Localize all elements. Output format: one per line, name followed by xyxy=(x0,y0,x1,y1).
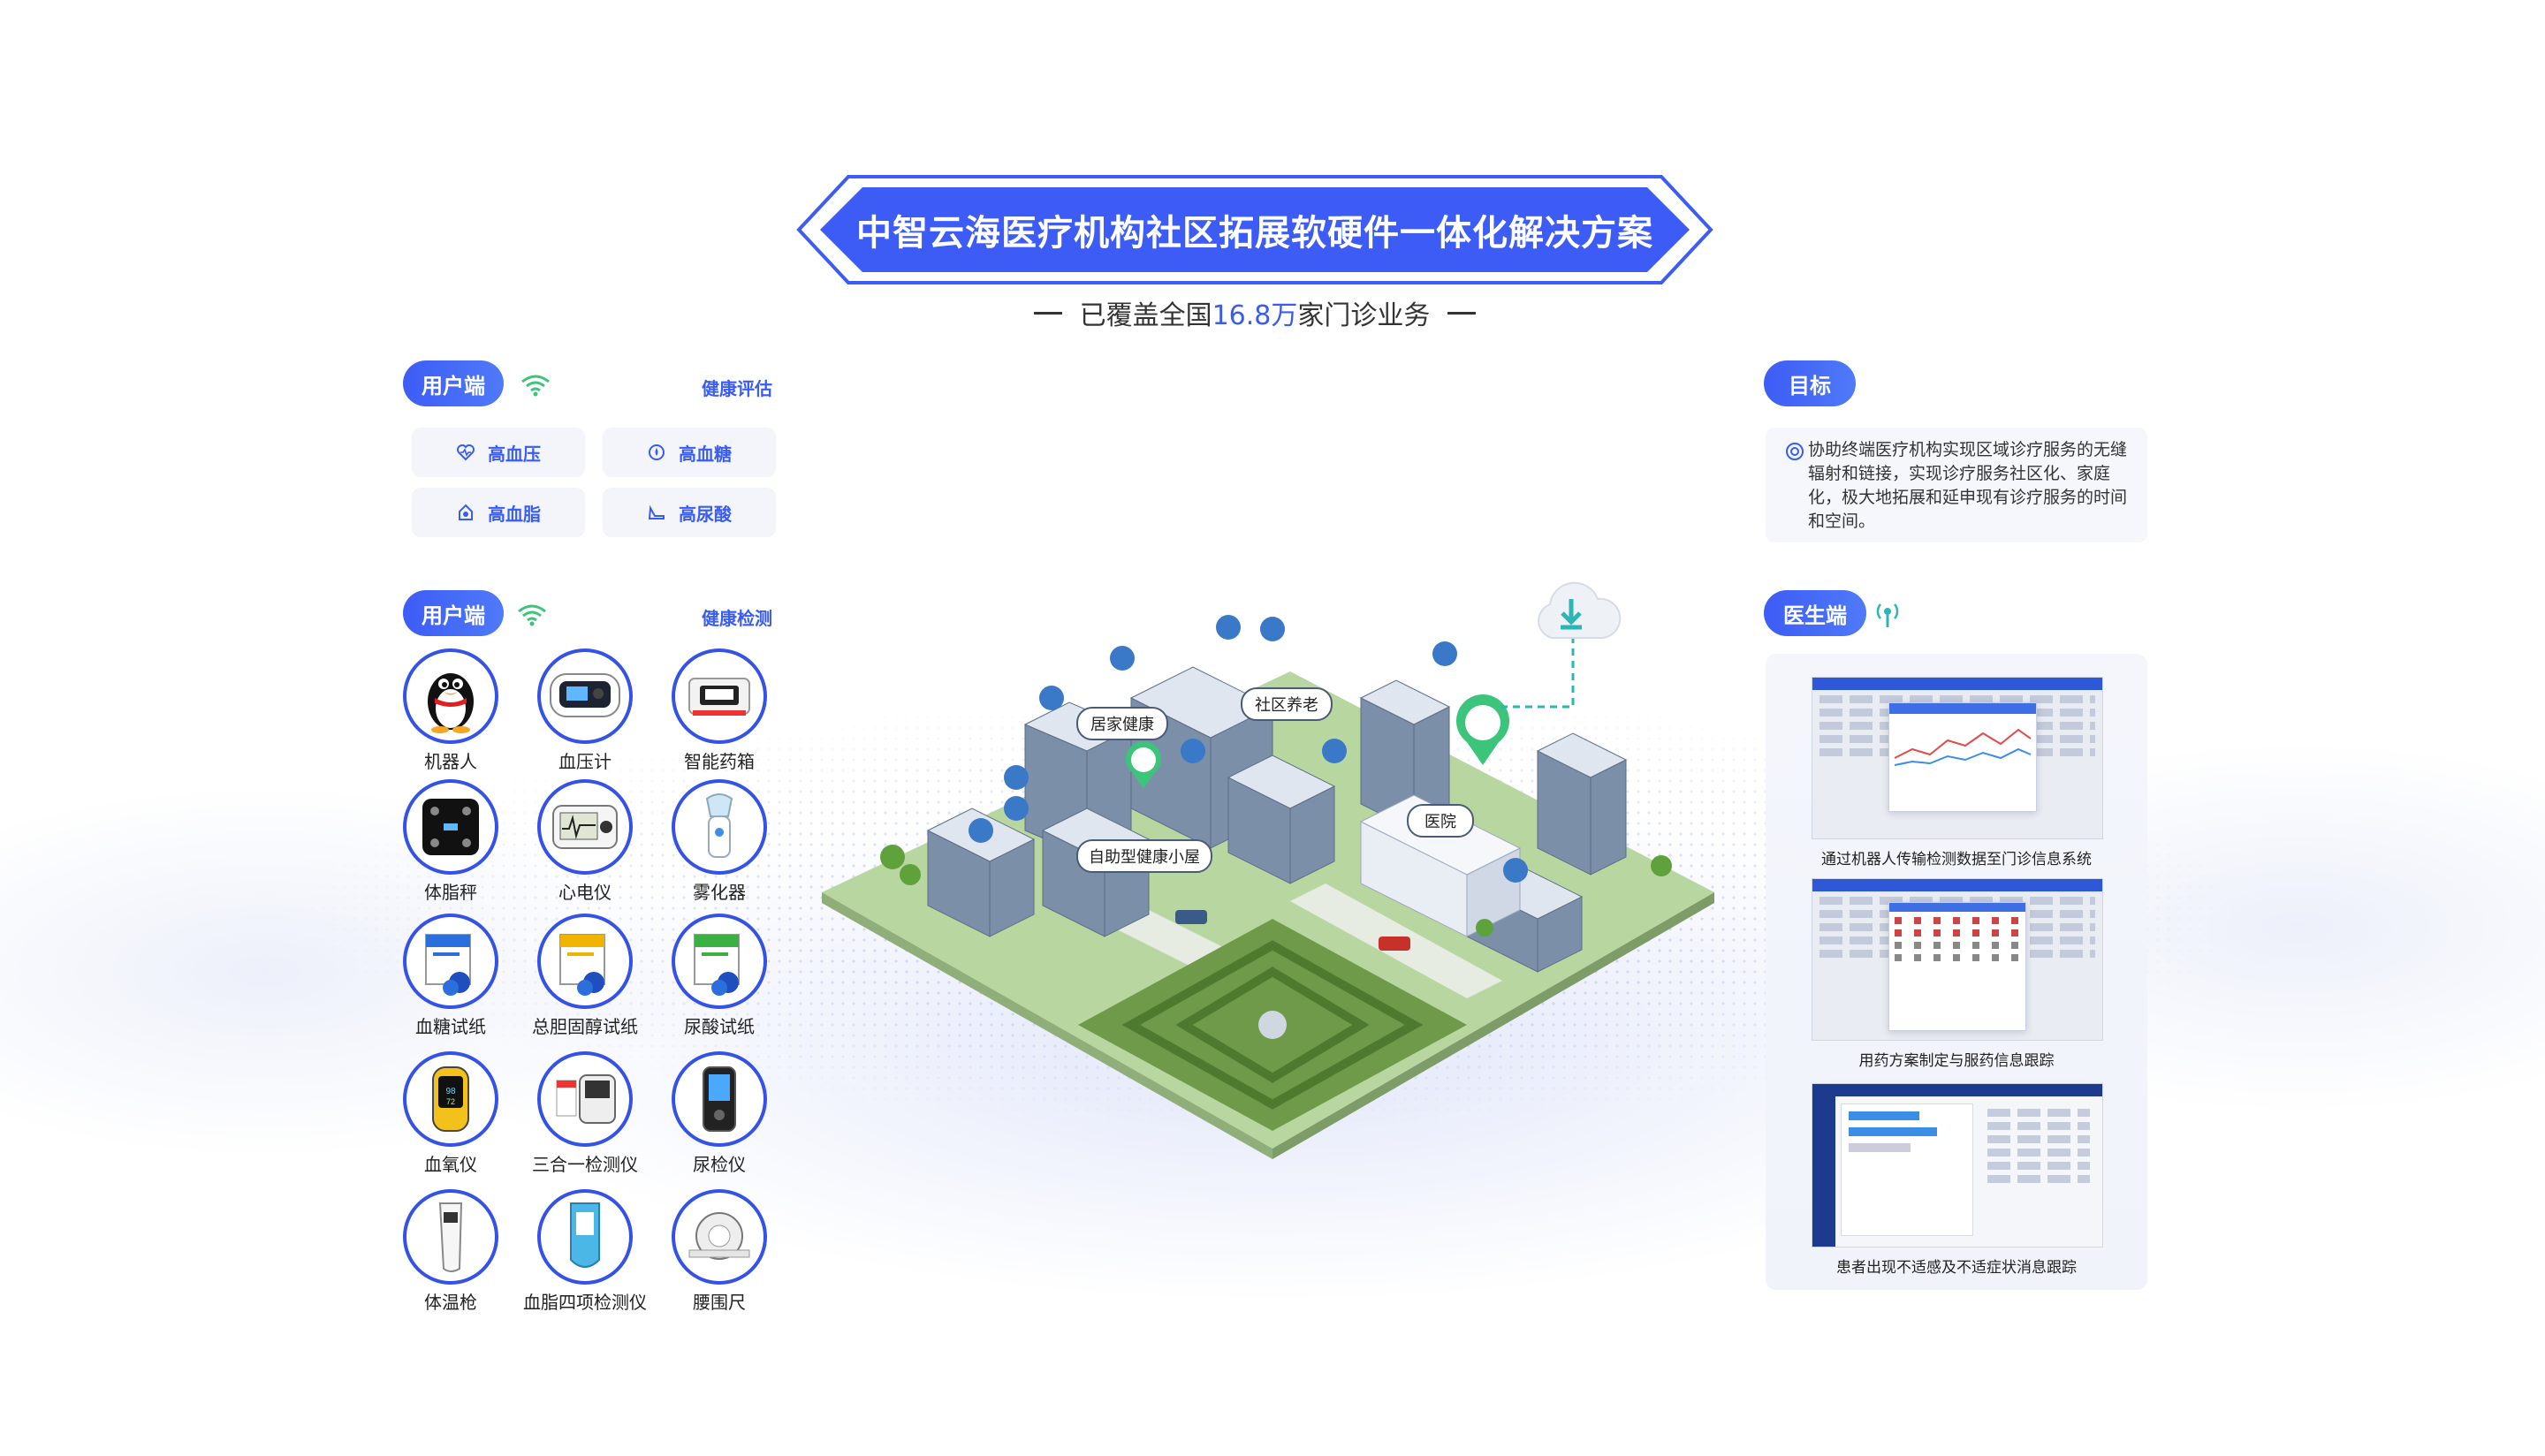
screen-row xyxy=(1987,1122,2090,1130)
blood-pressure-monitor-icon xyxy=(537,648,633,744)
cholesterol-strip-icon xyxy=(537,914,633,1009)
tile-hyperuricemia[interactable]: 高尿酸 xyxy=(603,488,776,537)
uric-acid-strip-icon xyxy=(672,914,767,1009)
city-label-home-health: 居家健康 xyxy=(1076,707,1168,740)
city-label-self-service-hut: 自助型健康小屋 xyxy=(1076,839,1212,873)
three-in-one-meter-icon xyxy=(537,1051,633,1147)
screen-row xyxy=(1987,1162,2090,1170)
screen-row xyxy=(1987,1109,2090,1117)
tile-hypertension[interactable]: 高血压 xyxy=(412,428,585,477)
urine-analyzer-icon xyxy=(672,1051,767,1147)
subtitle-dash-left xyxy=(1033,311,1062,315)
device-blood-pressure-monitor[interactable]: 血压计 xyxy=(518,648,652,781)
goal-card: 协助终端医疗机构实现区域诊疗服务的无缝辐射和链接，实现诊疗服务社区化、家庭化，极… xyxy=(1766,428,2147,542)
robot-penguin-icon xyxy=(403,648,498,744)
screen-row xyxy=(1987,1175,2090,1183)
nebulizer-icon xyxy=(672,779,767,875)
health-assessment-link[interactable]: 健康评估 xyxy=(702,375,772,400)
svg-text:72: 72 xyxy=(446,1097,455,1106)
device-nebulizer[interactable]: 雾化器 xyxy=(652,779,786,912)
detail-pane xyxy=(1980,1103,2097,1236)
oximeter-icon: 98 72 xyxy=(403,1051,498,1147)
svg-text:98: 98 xyxy=(445,1087,456,1096)
screen-header xyxy=(1812,879,2102,891)
caption-robot-data: 通过机器人传输检测数据至门诊信息系统 xyxy=(1821,851,2092,868)
community-city-illustration xyxy=(822,615,1714,1159)
target-icon xyxy=(1786,443,1804,460)
cloud-download-icon[interactable] xyxy=(1527,576,1624,650)
tile-label: 高血压 xyxy=(488,443,541,465)
title-banner: 中智云海医疗机构社区拓展软硬件一体化解决方案 xyxy=(795,173,1714,286)
device-label: 腰围尺 xyxy=(693,1292,746,1313)
tile-label: 高尿酸 xyxy=(679,503,732,525)
thermometer-gun-icon xyxy=(403,1189,498,1285)
chat-pane xyxy=(1841,1103,1973,1236)
device-label: 尿检仪 xyxy=(693,1154,746,1175)
device-uric-acid-strip[interactable]: 尿酸试纸 xyxy=(652,914,786,1046)
subtitle: 已覆盖全国16.8万家门诊业务 xyxy=(1007,293,1502,332)
health-detection-link[interactable]: 健康检测 xyxy=(702,604,772,630)
device-ecg[interactable]: 心电仪 xyxy=(518,779,652,912)
screenshot-robot-data[interactable] xyxy=(1812,677,2103,839)
subtitle-prefix: 已覆盖全国 xyxy=(1079,300,1212,331)
tile-hyperglycemia[interactable]: 高血糖 xyxy=(603,428,776,477)
city-label-community-care: 社区养老 xyxy=(1241,687,1333,721)
chart-modal xyxy=(1888,702,2037,812)
goal-badge: 目标 xyxy=(1764,360,1856,406)
tile-label: 高血脂 xyxy=(488,503,541,525)
subtitle-dash-right xyxy=(1447,311,1477,315)
device-lipid-analyzer[interactable]: 血脂四项检测仪 xyxy=(518,1189,652,1322)
body-fat-scale-icon xyxy=(403,779,498,875)
device-label: 尿酸试纸 xyxy=(684,1016,755,1037)
medication-modal xyxy=(1888,902,2026,1031)
glucose-strip-icon xyxy=(403,914,498,1009)
device-urine-analyzer[interactable]: 尿检仪 xyxy=(652,1051,786,1184)
heart-pulse-icon xyxy=(457,444,475,461)
screenshot-symptom-tracking[interactable] xyxy=(1812,1083,2103,1247)
screen-row xyxy=(1987,1135,2090,1143)
user-end-badge-detection: 用户端 xyxy=(403,590,504,636)
tile-label: 高血糖 xyxy=(679,443,732,465)
signal-tower-icon xyxy=(1876,603,1899,627)
tile-hyperlipidemia[interactable]: 高血脂 xyxy=(412,488,585,537)
caption-medication-plan: 用药方案制定与服药信息跟踪 xyxy=(1858,1052,2055,1070)
device-three-in-one[interactable]: 三合一检测仪 xyxy=(518,1051,652,1184)
doctor-end-badge: 医生端 xyxy=(1764,590,1866,636)
user-end-badge-assessment: 用户端 xyxy=(403,360,504,406)
screen-header xyxy=(1812,678,2102,690)
device-oximeter[interactable]: 98 72 血氧仪 xyxy=(384,1051,518,1184)
device-label: 雾化器 xyxy=(693,882,746,903)
device-label: 智能药箱 xyxy=(684,751,755,772)
doctor-panel: 通过机器人传输检测数据至门诊信息系统 用药方案制定与服药信息跟踪 患者出现不适感… xyxy=(1766,654,2147,1290)
device-medicine-box[interactable]: 智能药箱 xyxy=(652,648,786,781)
screen-row xyxy=(1987,1149,2090,1156)
page-title: 中智云海医疗机构社区拓展软硬件一体化解决方案 xyxy=(856,213,1653,254)
device-robot[interactable]: 机器人 xyxy=(384,648,518,781)
screen-sidebar xyxy=(1812,1096,1835,1247)
subtitle-suffix: 家门诊业务 xyxy=(1297,300,1431,331)
lipid-icon xyxy=(459,504,473,520)
foot-icon xyxy=(648,504,665,519)
device-glucose-strip[interactable]: 血糖试纸 xyxy=(384,914,518,1046)
screenshot-medication-plan[interactable] xyxy=(1812,878,2103,1041)
wifi-icon xyxy=(518,604,546,626)
device-tape-measure[interactable]: 腰围尺 xyxy=(652,1189,786,1322)
subtitle-highlight: 16.8万 xyxy=(1212,300,1298,331)
tape-measure-icon xyxy=(672,1189,767,1285)
screen-header xyxy=(1812,1084,2102,1096)
lipid-analyzer-icon xyxy=(537,1189,633,1285)
device-cholesterol-strip[interactable]: 总胆固醇试纸 xyxy=(518,914,652,1046)
caption-symptom-tracking: 患者出现不适感及不适症状消息跟踪 xyxy=(1836,1259,2077,1277)
medicine-box-icon xyxy=(672,648,767,744)
city-label-hospital: 医院 xyxy=(1407,804,1474,838)
wifi-icon xyxy=(521,375,550,397)
glucose-icon xyxy=(649,444,665,460)
device-body-fat-scale[interactable]: 体脂秤 xyxy=(384,779,518,912)
device-thermometer-gun[interactable]: 体温枪 xyxy=(384,1189,518,1322)
goal-text: 协助终端医疗机构实现区域诊疗服务的无缝辐射和链接，实现诊疗服务社区化、家庭化，极… xyxy=(1808,440,2128,531)
ecg-device-icon xyxy=(537,779,633,875)
